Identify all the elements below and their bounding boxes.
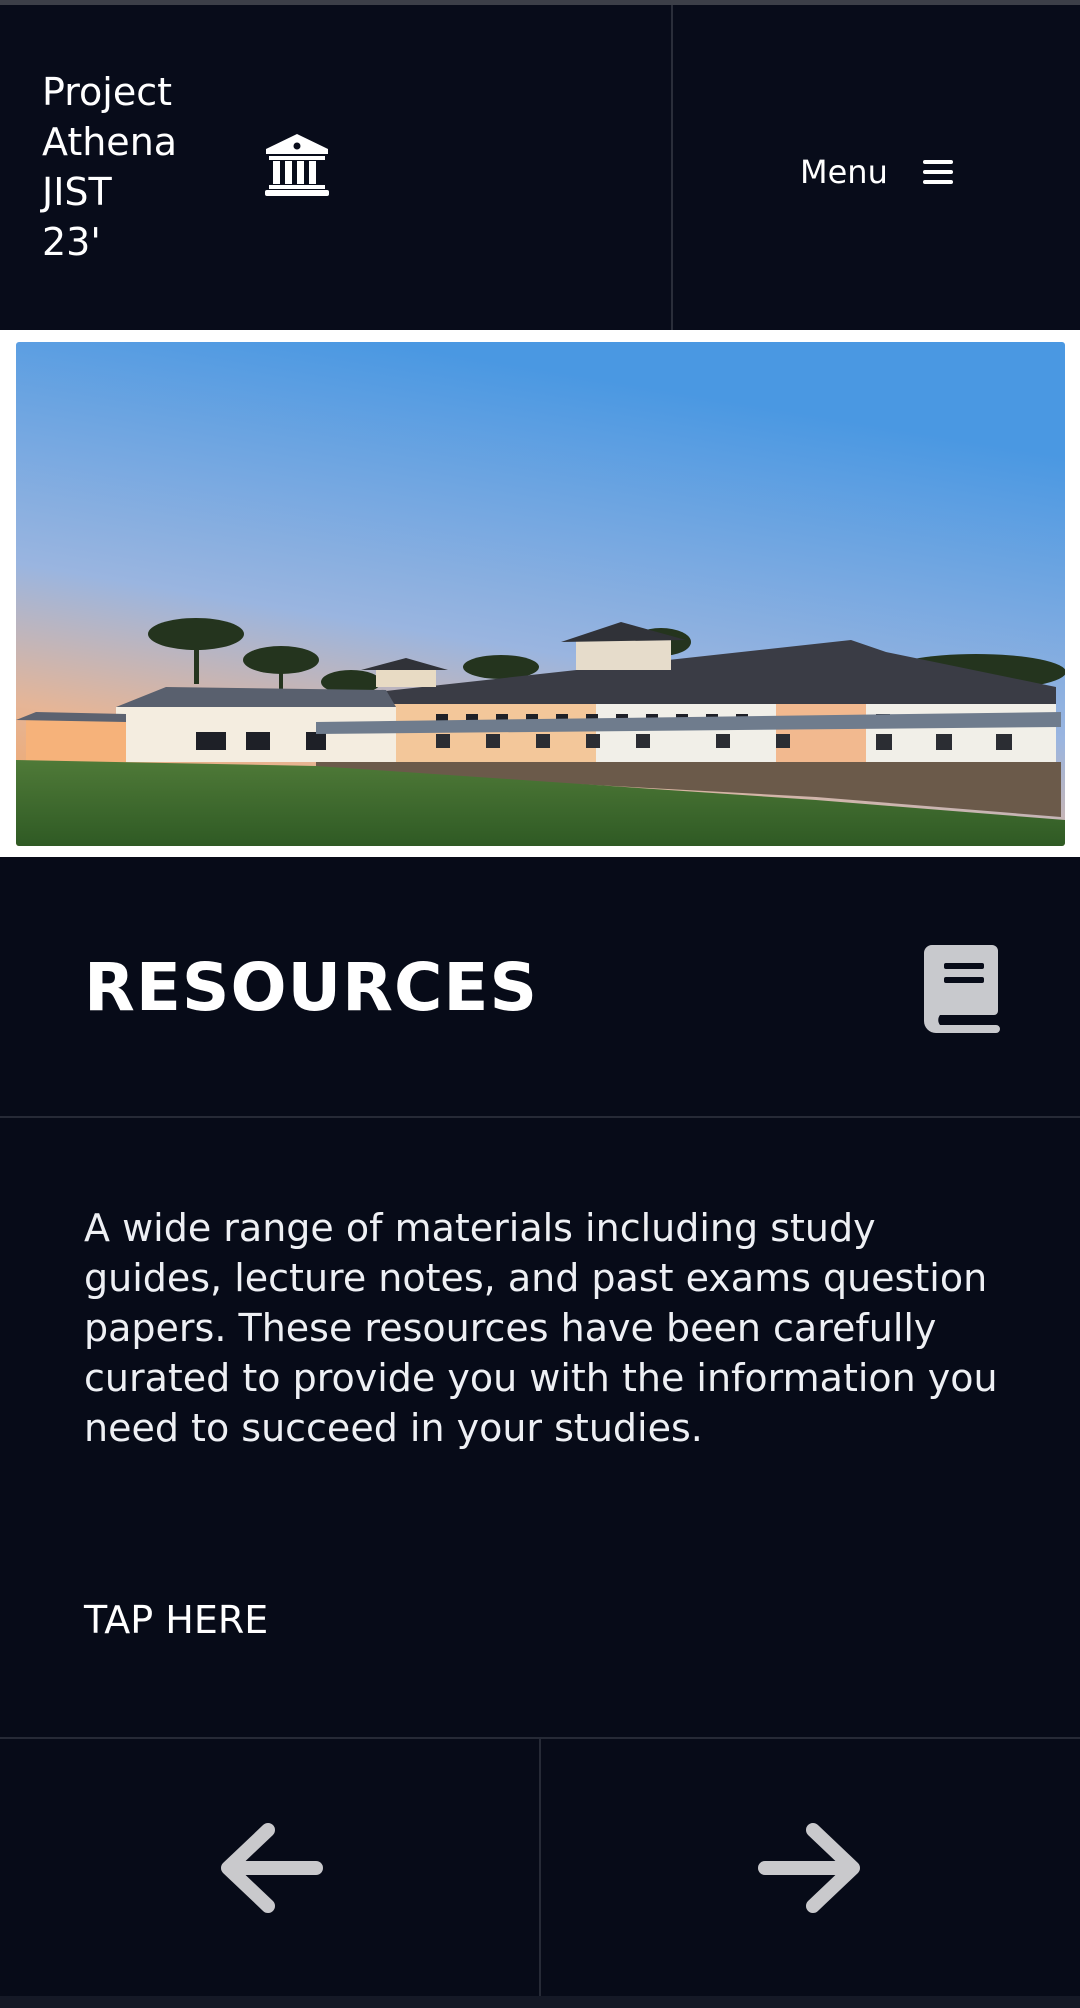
bottom-border: [0, 1996, 1080, 2008]
book-icon: [924, 945, 1000, 1033]
hamburger-icon: [922, 160, 953, 184]
next-button[interactable]: [541, 1739, 1080, 1996]
pagination-nav: [0, 1737, 1080, 1996]
arrow-right-icon: [757, 1822, 860, 1913]
brand-line-3: JIST: [42, 170, 112, 214]
section-header: RESOURCES: [0, 857, 1080, 1118]
hero-image: [16, 342, 1065, 846]
section-title: RESOURCES: [84, 949, 539, 1026]
section-body: A wide range of materials including stud…: [0, 1118, 1080, 1737]
site-header: Project Athena JIST 23' Menu: [0, 5, 1080, 330]
arrow-left-icon: [220, 1822, 323, 1913]
brand-name[interactable]: Project Athena JIST 23': [42, 67, 262, 267]
menu-button[interactable]: Menu: [800, 147, 954, 197]
tap-here-link[interactable]: TAP HERE: [84, 1598, 268, 1642]
brand-line-4: 23': [42, 220, 101, 264]
brand-line-1: Project: [42, 70, 173, 114]
section-description: A wide range of materials including stud…: [84, 1206, 998, 1450]
bank-icon: [265, 134, 329, 196]
brand-area[interactable]: Project Athena JIST 23': [0, 5, 673, 330]
hero-frame: [0, 330, 1080, 857]
menu-label: Menu: [800, 153, 888, 191]
brand-line-2: Athena: [42, 120, 178, 164]
previous-button[interactable]: [0, 1739, 541, 1996]
